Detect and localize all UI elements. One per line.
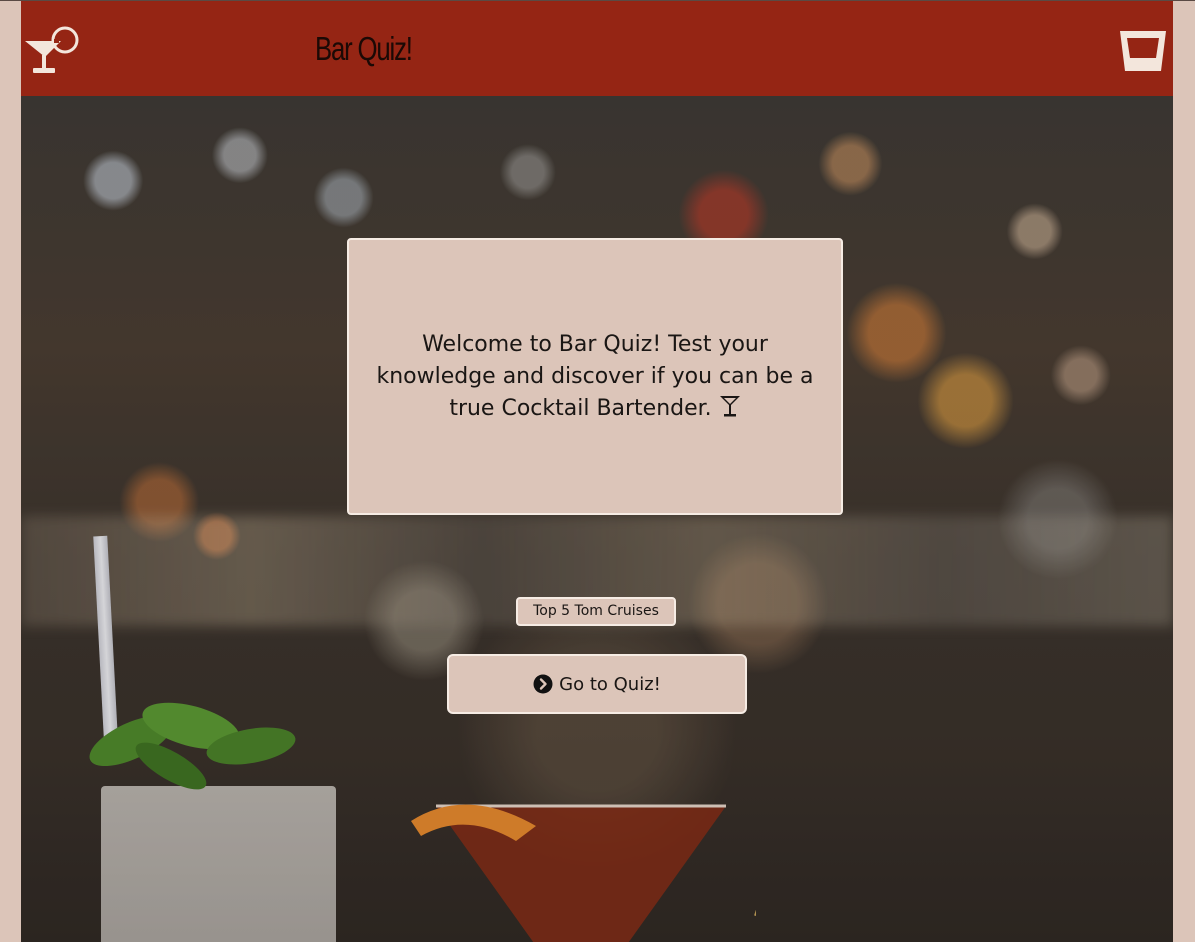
chevron-circle-right-icon bbox=[533, 674, 553, 694]
go-to-quiz-label: Go to Quiz! bbox=[559, 673, 661, 695]
go-to-quiz-button[interactable]: Go to Quiz! bbox=[447, 654, 747, 714]
page-frame: Bar Quiz! Welcome to Bar Quiz! Test your… bbox=[21, 1, 1173, 942]
background-bar-photo bbox=[21, 96, 1173, 942]
background-overlay bbox=[21, 96, 1173, 942]
site-header: Bar Quiz! bbox=[21, 1, 1173, 96]
quiz-category-label: Top 5 Tom Cruises bbox=[516, 597, 676, 626]
welcome-card: Welcome to Bar Quiz! Test your knowledge… bbox=[347, 238, 843, 515]
site-title: Bar Quiz! bbox=[315, 30, 413, 67]
welcome-text: Welcome to Bar Quiz! Test your knowledge… bbox=[376, 331, 814, 421]
cocktail-glass-icon[interactable] bbox=[23, 25, 81, 77]
tumbler-glass-icon[interactable] bbox=[1118, 28, 1168, 74]
martini-icon bbox=[719, 395, 740, 416]
welcome-message: Welcome to Bar Quiz! Test your knowledge… bbox=[359, 329, 831, 425]
